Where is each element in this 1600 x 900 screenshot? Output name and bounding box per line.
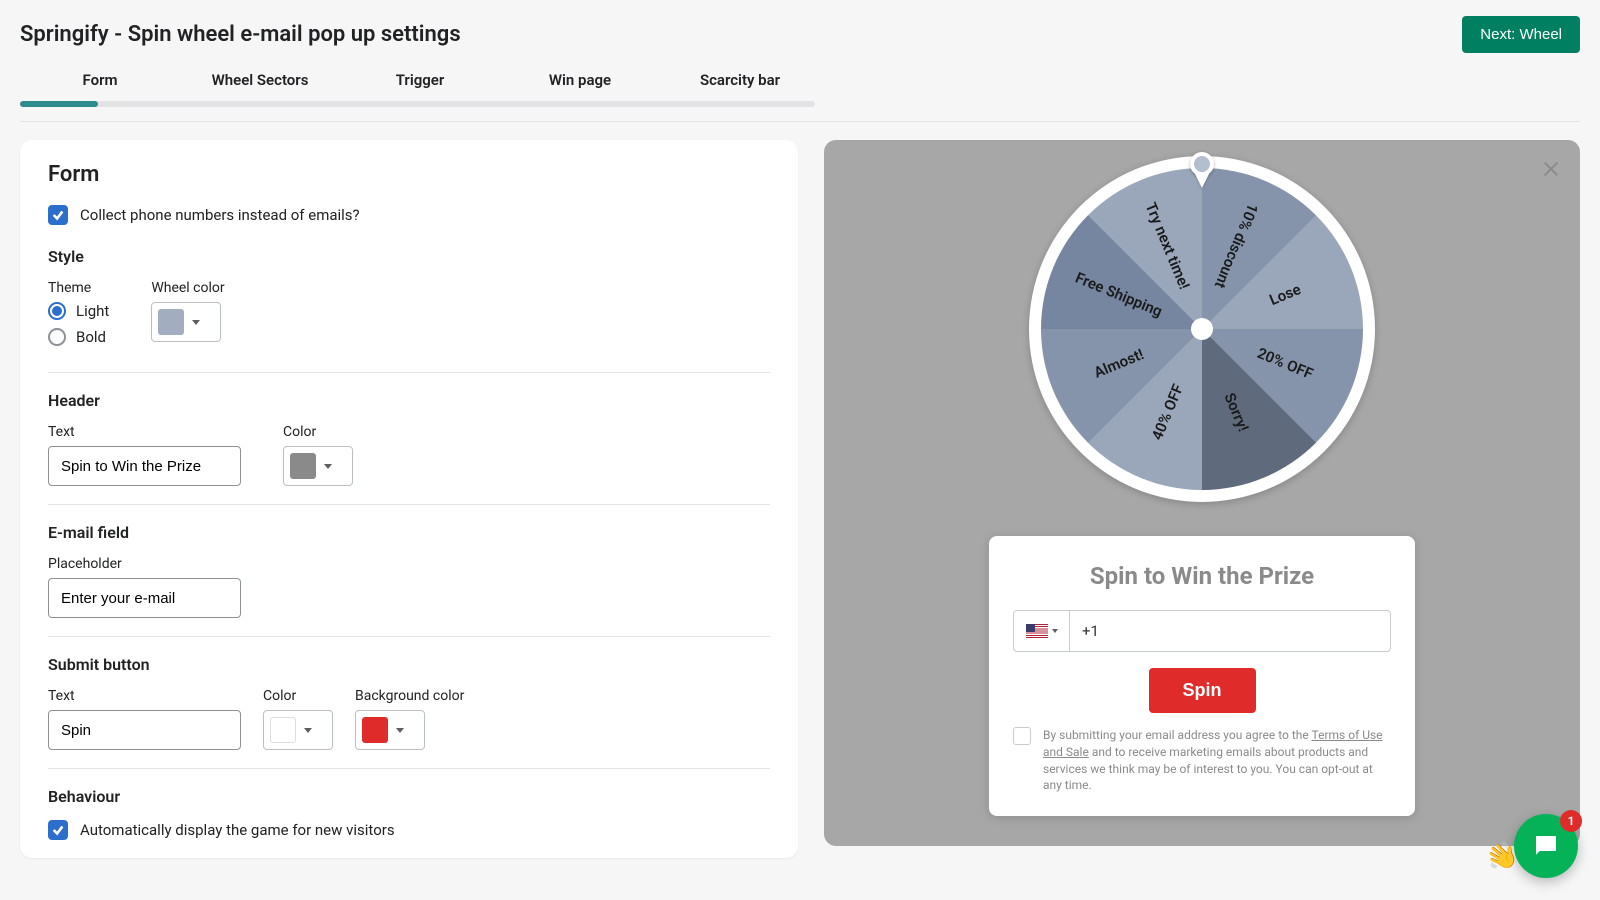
tab-form[interactable]: Form: [20, 71, 180, 101]
submit-text-label: Text: [48, 688, 241, 704]
header-color-label: Color: [283, 424, 353, 440]
us-flag-icon: [1026, 624, 1048, 638]
sector-label: 20% OFF: [1255, 344, 1316, 383]
form-heading: Form: [48, 162, 770, 187]
sector-label: Try next time!: [1142, 200, 1194, 292]
close-icon[interactable]: [1540, 158, 1562, 184]
tab-win-page[interactable]: Win page: [500, 71, 660, 101]
tabs: Form Wheel Sectors Trigger Win page Scar…: [0, 53, 1600, 101]
chevron-down-icon: [1052, 629, 1058, 633]
collect-phone-label: Collect phone numbers instead of emails?: [80, 206, 360, 224]
preview-panel: 10% discount Lose 20% OFF Sorry! 40% OFF…: [824, 140, 1580, 846]
chat-widget-button[interactable]: 👋 1 We Are Here!: [1514, 814, 1578, 878]
header-color-picker[interactable]: [283, 446, 353, 486]
consent-text: By submitting your email address you agr…: [1043, 727, 1391, 794]
submit-bg-label: Background color: [355, 688, 464, 704]
next-wheel-button[interactable]: Next: Wheel: [1462, 16, 1580, 53]
auto-display-label: Automatically display the game for new v…: [80, 821, 395, 839]
submit-color-label: Color: [263, 688, 333, 704]
submit-text-input[interactable]: [48, 710, 241, 750]
phone-input[interactable]: +1: [1013, 610, 1391, 652]
chat-badge: 1: [1560, 810, 1582, 832]
tab-scarcity-bar[interactable]: Scarcity bar: [660, 71, 820, 101]
sector-label: Lose: [1267, 280, 1304, 309]
theme-label: Theme: [48, 280, 109, 296]
wheel-preview: 10% discount Lose 20% OFF Sorry! 40% OFF…: [1029, 156, 1375, 502]
email-section-heading: E-mail field: [48, 523, 770, 542]
collect-phone-checkbox[interactable]: [48, 205, 68, 225]
phone-prefix[interactable]: +1: [1070, 611, 1390, 651]
submit-color-swatch: [270, 717, 296, 743]
behaviour-heading: Behaviour: [48, 787, 770, 806]
auto-display-checkbox[interactable]: [48, 820, 68, 840]
submit-bg-swatch: [362, 717, 388, 743]
wheel-hub: [1191, 318, 1213, 340]
theme-bold-label: Bold: [76, 328, 106, 346]
tab-trigger[interactable]: Trigger: [340, 71, 500, 101]
email-placeholder-label: Placeholder: [48, 556, 770, 572]
chevron-down-icon: [324, 464, 332, 469]
sector-label: Almost!: [1091, 345, 1146, 382]
spin-button[interactable]: Spin: [1149, 668, 1256, 713]
header-divider: [20, 121, 1580, 122]
header-color-swatch: [290, 453, 316, 479]
wheel-color-label: Wheel color: [151, 280, 224, 296]
popup-title: Spin to Win the Prize: [1013, 562, 1391, 590]
sector-label: 10% discount: [1211, 201, 1262, 291]
submit-color-picker[interactable]: [263, 710, 333, 750]
popup-card: Spin to Win the Prize +1 Spin By submitt…: [989, 536, 1415, 816]
progress-fill: [20, 101, 98, 107]
wheel-color-picker[interactable]: [151, 302, 221, 342]
chevron-down-icon: [304, 728, 312, 733]
submit-bg-picker[interactable]: [355, 710, 425, 750]
tab-wheel-sectors[interactable]: Wheel Sectors: [180, 71, 340, 101]
form-card: Form Collect phone numbers instead of em…: [20, 140, 798, 858]
theme-bold-radio[interactable]: [48, 328, 66, 346]
style-heading: Style: [48, 247, 770, 266]
submit-section-heading: Submit button: [48, 655, 770, 674]
email-placeholder-input[interactable]: [48, 578, 241, 618]
consent-checkbox[interactable]: [1013, 727, 1031, 745]
header-section-heading: Header: [48, 391, 770, 410]
progress-track: [20, 101, 815, 107]
theme-light-radio[interactable]: [48, 302, 66, 320]
theme-light-label: Light: [76, 302, 109, 320]
wheel-pointer-icon: [1190, 152, 1214, 192]
page-title: Springify - Spin wheel e-mail pop up set…: [20, 22, 461, 47]
sector-label: Sorry!: [1220, 390, 1252, 434]
chevron-down-icon: [396, 728, 404, 733]
chevron-down-icon: [192, 320, 200, 325]
sector-label: Free Shipping: [1073, 269, 1165, 321]
header-text-label: Text: [48, 424, 241, 440]
country-flag-button[interactable]: [1014, 611, 1070, 651]
chat-icon: [1531, 831, 1561, 861]
sector-label: 40% OFF: [1148, 382, 1187, 443]
wheel-color-swatch: [158, 309, 184, 335]
header-text-input[interactable]: [48, 446, 241, 486]
